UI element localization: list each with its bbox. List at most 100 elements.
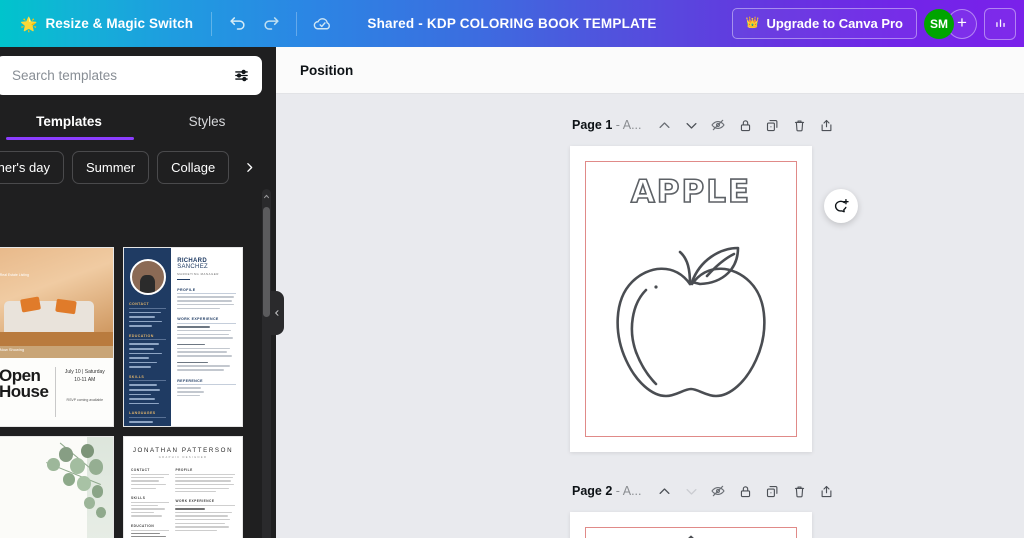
- resize-magic-switch-button[interactable]: 🌟 Resize & Magic Switch: [10, 10, 203, 37]
- add-page-icon: [821, 119, 831, 131]
- top-toolbar: 🌟 Resize & Magic Switch Shared - KDP COL…: [0, 0, 1024, 47]
- resume-left-column: CONTACT EDUCATION SKILLS LANGUAGES: [124, 248, 172, 426]
- trash-icon: [794, 119, 804, 131]
- move-page-down-button-1[interactable]: [679, 113, 704, 138]
- delete-page-button-1[interactable]: [787, 113, 812, 138]
- eye-slash-icon: [711, 119, 725, 131]
- page-2-number: Page 2: [572, 484, 613, 498]
- add-page-button-2[interactable]: [814, 479, 839, 504]
- duplicate-icon: [766, 485, 777, 497]
- top-toolbar-right-group: 👑 Upgrade to Canva Pro SM +: [731, 7, 1024, 40]
- collapse-sidebar-handle[interactable]: [270, 291, 284, 335]
- resume-heading-skills: SKILLS: [131, 495, 146, 500]
- lock-page-button-2[interactable]: [733, 479, 758, 504]
- chevron-left-icon: [275, 310, 279, 316]
- page-1-label[interactable]: Page 1 - A...: [572, 118, 642, 132]
- redo-button[interactable]: [254, 7, 288, 41]
- move-page-down-button-2: [679, 479, 704, 504]
- page-1-header: Page 1 - A...: [572, 110, 839, 140]
- duplicate-page-button-2[interactable]: [760, 479, 785, 504]
- page-2-artwork-peek: [678, 534, 704, 538]
- chip-summer[interactable]: Summer: [71, 150, 150, 184]
- add-comment-button[interactable]: [824, 189, 858, 223]
- open-house-photo: [0, 248, 113, 346]
- upgrade-button-label: Upgrade to Canva Pro: [766, 16, 903, 31]
- resume-name: RICHARD SANCHEZ: [177, 258, 236, 270]
- hide-page-button-2[interactable]: [706, 479, 731, 504]
- category-chips: ther's day Summer Collage: [0, 140, 276, 194]
- resume-section-heading-4: LANGUAGES: [129, 411, 167, 418]
- add-page-button-1[interactable]: [814, 113, 839, 138]
- open-house-note: RSVP coming available: [66, 398, 104, 403]
- template-card-jonathan-patterson-resume[interactable]: JONATHAN PATTERSON GRAPHIC DESIGNER CONT…: [123, 436, 243, 538]
- sliders-filter-icon[interactable]: [230, 65, 252, 87]
- search-area: [0, 47, 276, 102]
- open-house-date-block: July 10 | Saturday 10-11 AM RSVP coming …: [56, 358, 113, 426]
- template-card-richard-sanchez-resume[interactable]: CONTACT EDUCATION SKILLS LANGUAGES RICHA…: [123, 247, 243, 427]
- move-page-up-button-2[interactable]: [652, 479, 677, 504]
- duplicate-page-button-1[interactable]: [760, 113, 785, 138]
- floor-shape: [0, 332, 113, 346]
- position-toolbar: Position: [276, 47, 1024, 94]
- page-2-sublabel: - A...: [615, 484, 642, 498]
- lock-page-button-1[interactable]: [733, 113, 758, 138]
- page-2-canvas[interactable]: [570, 512, 812, 538]
- template-card-open-house[interactable]: Real Estate Listing Now Showing Open Hou…: [0, 247, 114, 427]
- open-house-tagline: Real Estate Listing: [0, 272, 29, 277]
- tab-styles[interactable]: Styles: [138, 102, 276, 140]
- editor-main-area: Position Page 1 - A... APPLE Page 2 - A.…: [276, 47, 1024, 538]
- resume-heading-work-experience: WORK EXPERIENCE: [175, 499, 215, 504]
- resume-section-2: EDUCATION: [129, 334, 167, 368]
- delete-page-button-2[interactable]: [787, 479, 812, 504]
- position-button[interactable]: Position: [292, 57, 361, 84]
- chevron-down-icon: [686, 488, 696, 495]
- apple-line-art[interactable]: [604, 226, 778, 409]
- sidebar-scrollbar[interactable]: [262, 189, 271, 538]
- chevron-up-icon[interactable]: [262, 189, 271, 203]
- tab-templates[interactable]: Templates: [0, 102, 138, 140]
- chevron-up-icon: [659, 487, 669, 494]
- insights-button[interactable]: [984, 7, 1016, 40]
- page-1-canvas[interactable]: APPLE: [570, 146, 812, 452]
- resume-section-heading-2: EDUCATION: [129, 334, 167, 341]
- page-1-artwork-title[interactable]: APPLE: [570, 173, 812, 211]
- page-2-header: Page 2 - A...: [572, 476, 839, 506]
- resume-section-heading-3: SKILLS: [129, 375, 167, 382]
- resume-columns: CONTACT SKILLS EDUCATION PROFILE WORK EX…: [131, 468, 235, 538]
- canva-editor-app: 🌟 Resize & Magic Switch Shared - KDP COL…: [0, 0, 1024, 538]
- resume-heading-experience: WORK EXPERIENCE: [177, 317, 236, 324]
- upgrade-to-canva-pro-button[interactable]: 👑 Upgrade to Canva Pro: [731, 8, 917, 39]
- hide-page-button-1[interactable]: [706, 113, 731, 138]
- sidebar-tabs: Templates Styles: [0, 102, 276, 140]
- resume-heading-profile: PROFILE: [175, 468, 193, 472]
- search-input[interactable]: [12, 68, 230, 83]
- chip-collage[interactable]: Collage: [157, 150, 230, 184]
- open-house-date-line1: July 10 | Saturday: [64, 369, 105, 376]
- avatar[interactable]: SM: [924, 8, 954, 39]
- template-card-eucalyptus-blank[interactable]: [0, 436, 114, 538]
- lock-icon: [740, 119, 750, 131]
- move-page-up-button-1[interactable]: [652, 113, 677, 138]
- page-1-number: Page 1: [572, 118, 613, 132]
- chip-fathers-day[interactable]: ther's day: [0, 150, 64, 184]
- active-tab-underline: [6, 137, 134, 140]
- chevron-right-icon[interactable]: [237, 151, 261, 183]
- sidebar-scrollbar-thumb[interactable]: [263, 207, 270, 317]
- search-box[interactable]: [0, 56, 262, 95]
- resume-right-column: RICHARD SANCHEZ MARKETING MANAGER PROFIL…: [171, 248, 242, 426]
- undo-arrow-icon: [229, 17, 245, 30]
- undo-button[interactable]: [220, 7, 254, 41]
- cloud-saved-button[interactable]: [305, 7, 339, 41]
- eye-slash-icon: [711, 485, 725, 497]
- resume-role: MARKETING MANAGER: [177, 272, 219, 276]
- document-title[interactable]: Shared - KDP COLORING BOOK TEMPLATE: [357, 11, 666, 36]
- page-2-label[interactable]: Page 2 - A...: [572, 484, 642, 498]
- resume-section-4: LANGUAGES: [129, 411, 167, 426]
- sofa-shape: [4, 300, 95, 335]
- toolbar-divider-2: [296, 11, 298, 36]
- add-page-icon: [821, 485, 831, 497]
- resume-section: CONTACT: [129, 302, 167, 327]
- canvas-scroll-area[interactable]: Page 1 - A... APPLE Page 2 - A...: [276, 94, 1024, 538]
- redo-arrow-icon: [264, 17, 279, 30]
- lock-icon: [740, 485, 750, 497]
